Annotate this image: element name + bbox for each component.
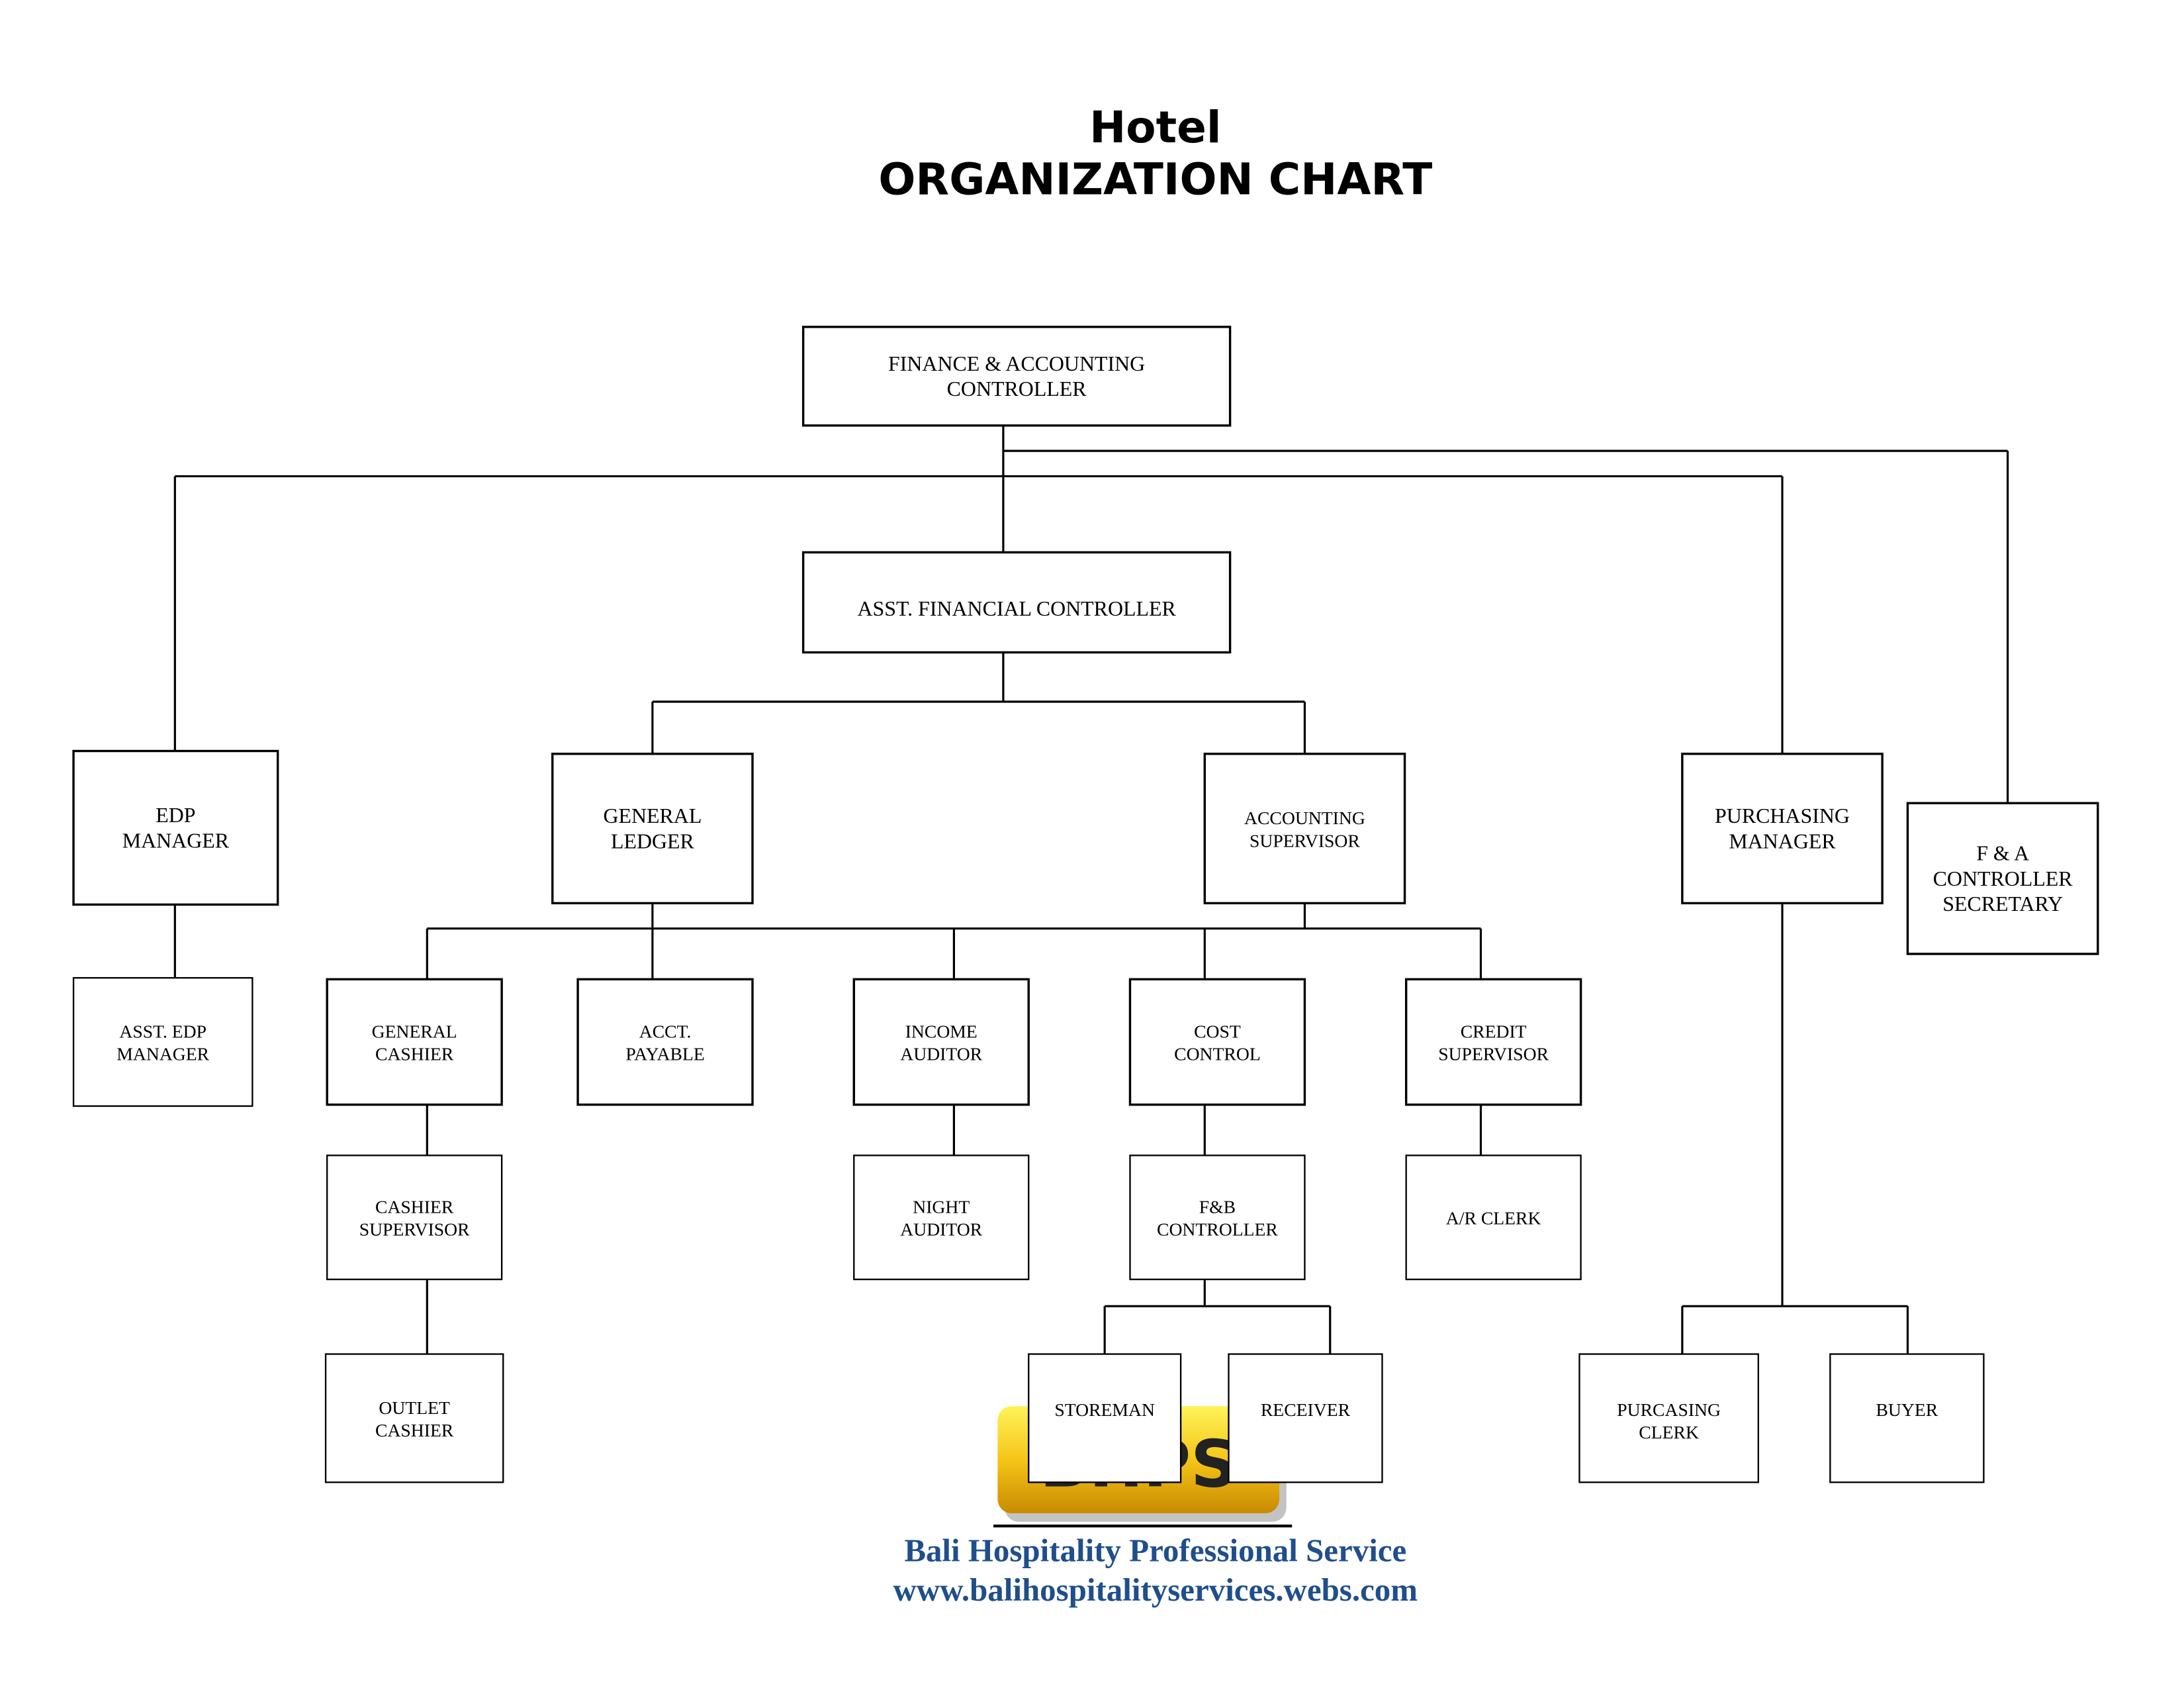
position-box [1681, 753, 1884, 905]
position-label: SUPERVISOR [1438, 1044, 1549, 1064]
position-label: PAYABLE [625, 1044, 704, 1064]
position-label: STOREMAN [1054, 1399, 1155, 1420]
position-box [1203, 753, 1406, 905]
position-box [1404, 978, 1582, 1106]
position-label: CONTROL [1174, 1044, 1261, 1064]
position-pc[interactable]: PURCASINGCLERK [1578, 1353, 1759, 1483]
position-label: OUTLET [379, 1397, 450, 1418]
position-label: ACCT. [639, 1021, 692, 1042]
position-label: F & A [1976, 841, 2029, 865]
position-recv[interactable]: RECEIVER [1228, 1353, 1383, 1483]
position-box [326, 1154, 503, 1280]
org-chart: Hotel ORGANIZATION CHART BHPS FINANCE & … [72, 102, 2099, 1608]
position-label: PURCASING [1617, 1399, 1721, 1420]
position-ap[interactable]: ACCT.PAYABLE [576, 978, 754, 1106]
position-label: EDP [156, 804, 195, 827]
position-pm[interactable]: PURCHASINGMANAGER [1681, 753, 1884, 905]
position-label: GENERAL [603, 804, 702, 827]
position-label: ASST. EDP [119, 1021, 206, 1042]
position-label: CASHIER [375, 1420, 454, 1440]
position-as[interactable]: ACCOUNTINGSUPERVISOR [1203, 753, 1406, 905]
position-box [72, 977, 253, 1107]
position-label: MANAGER [1729, 829, 1836, 853]
position-fbc[interactable]: F&BCONTROLLER [1129, 1154, 1306, 1280]
position-oc[interactable]: OUTLETCASHIER [324, 1353, 504, 1483]
position-box [576, 978, 754, 1106]
position-label: F&B [1199, 1197, 1236, 1217]
position-na[interactable]: NIGHTAUDITOR [853, 1154, 1030, 1280]
position-fac[interactable]: FINANCE & ACCOUNTINGCONTROLLER [801, 326, 1232, 427]
chart-title-line1: Hotel [1089, 102, 1221, 153]
position-label: INCOME [905, 1021, 978, 1042]
position-csup[interactable]: CASHIERSUPERVISOR [326, 1154, 503, 1280]
company-url[interactable]: www.balihospitalityservices.webs.com [893, 1571, 1418, 1608]
position-label: SUPERVISOR [1250, 830, 1360, 851]
position-label: CASHIER [375, 1197, 454, 1217]
position-box [72, 749, 279, 906]
position-label: MANAGER [116, 1044, 209, 1064]
position-cc[interactable]: COSTCONTROL [1128, 978, 1306, 1106]
position-box [324, 1353, 504, 1483]
position-label: CASHIER [375, 1044, 454, 1064]
position-label: FINANCE & ACCOUNTING [888, 352, 1145, 375]
position-label: GENERAL [372, 1021, 457, 1042]
position-ia[interactable]: INCOMEAUDITOR [852, 978, 1030, 1106]
position-box [801, 326, 1232, 427]
position-label: LEDGER [611, 829, 695, 853]
position-box [1129, 1154, 1306, 1280]
position-gc[interactable]: GENERALCASHIER [326, 978, 503, 1106]
position-label: CONTROLLER [1933, 867, 2073, 890]
position-gl[interactable]: GENERALLEDGER [551, 753, 754, 905]
position-label: AUDITOR [900, 1219, 982, 1240]
company-name: Bali Hospitality Professional Service [904, 1532, 1406, 1568]
position-label: SUPERVISOR [359, 1219, 470, 1240]
position-label: CONTROLLER [947, 377, 1087, 400]
chart-title-line2: ORGANIZATION CHART [878, 154, 1432, 205]
position-box [1128, 978, 1306, 1106]
position-cs[interactable]: CREDITSUPERVISOR [1404, 978, 1582, 1106]
position-box [551, 753, 754, 905]
position-label: SECRETARY [1942, 892, 2063, 915]
position-sec[interactable]: F & ACONTROLLERSECRETARY [1906, 802, 2099, 955]
position-aedp[interactable]: ASST. EDPMANAGER [72, 977, 253, 1107]
position-edp[interactable]: EDPMANAGER [72, 749, 279, 906]
position-label: ACCOUNTING [1244, 808, 1365, 828]
position-box [852, 978, 1030, 1106]
position-afc[interactable]: ASST. FINANCIAL CONTROLLER [801, 551, 1232, 654]
position-label: CREDIT [1461, 1021, 1527, 1042]
position-label: CONTROLLER [1157, 1219, 1278, 1240]
position-label: BUYER [1876, 1399, 1938, 1420]
position-label: A/R CLERK [1446, 1208, 1541, 1229]
position-boxes: FINANCE & ACCOUNTINGCONTROLLERASST. FINA… [72, 326, 2099, 1483]
position-label: PURCHASING [1715, 804, 1850, 827]
position-label: CLERK [1639, 1422, 1699, 1442]
position-label: RECEIVER [1261, 1399, 1351, 1420]
position-label: ASST. FINANCIAL CONTROLLER [857, 597, 1176, 620]
position-box [326, 978, 503, 1106]
position-buyer[interactable]: BUYER [1829, 1353, 1985, 1483]
position-label: MANAGER [122, 829, 230, 852]
position-ar[interactable]: A/R CLERK [1405, 1154, 1582, 1280]
position-store[interactable]: STOREMAN [1028, 1353, 1182, 1483]
position-box [853, 1154, 1030, 1280]
position-label: COST [1194, 1021, 1241, 1042]
position-label: AUDITOR [900, 1044, 982, 1064]
position-label: NIGHT [913, 1197, 970, 1217]
